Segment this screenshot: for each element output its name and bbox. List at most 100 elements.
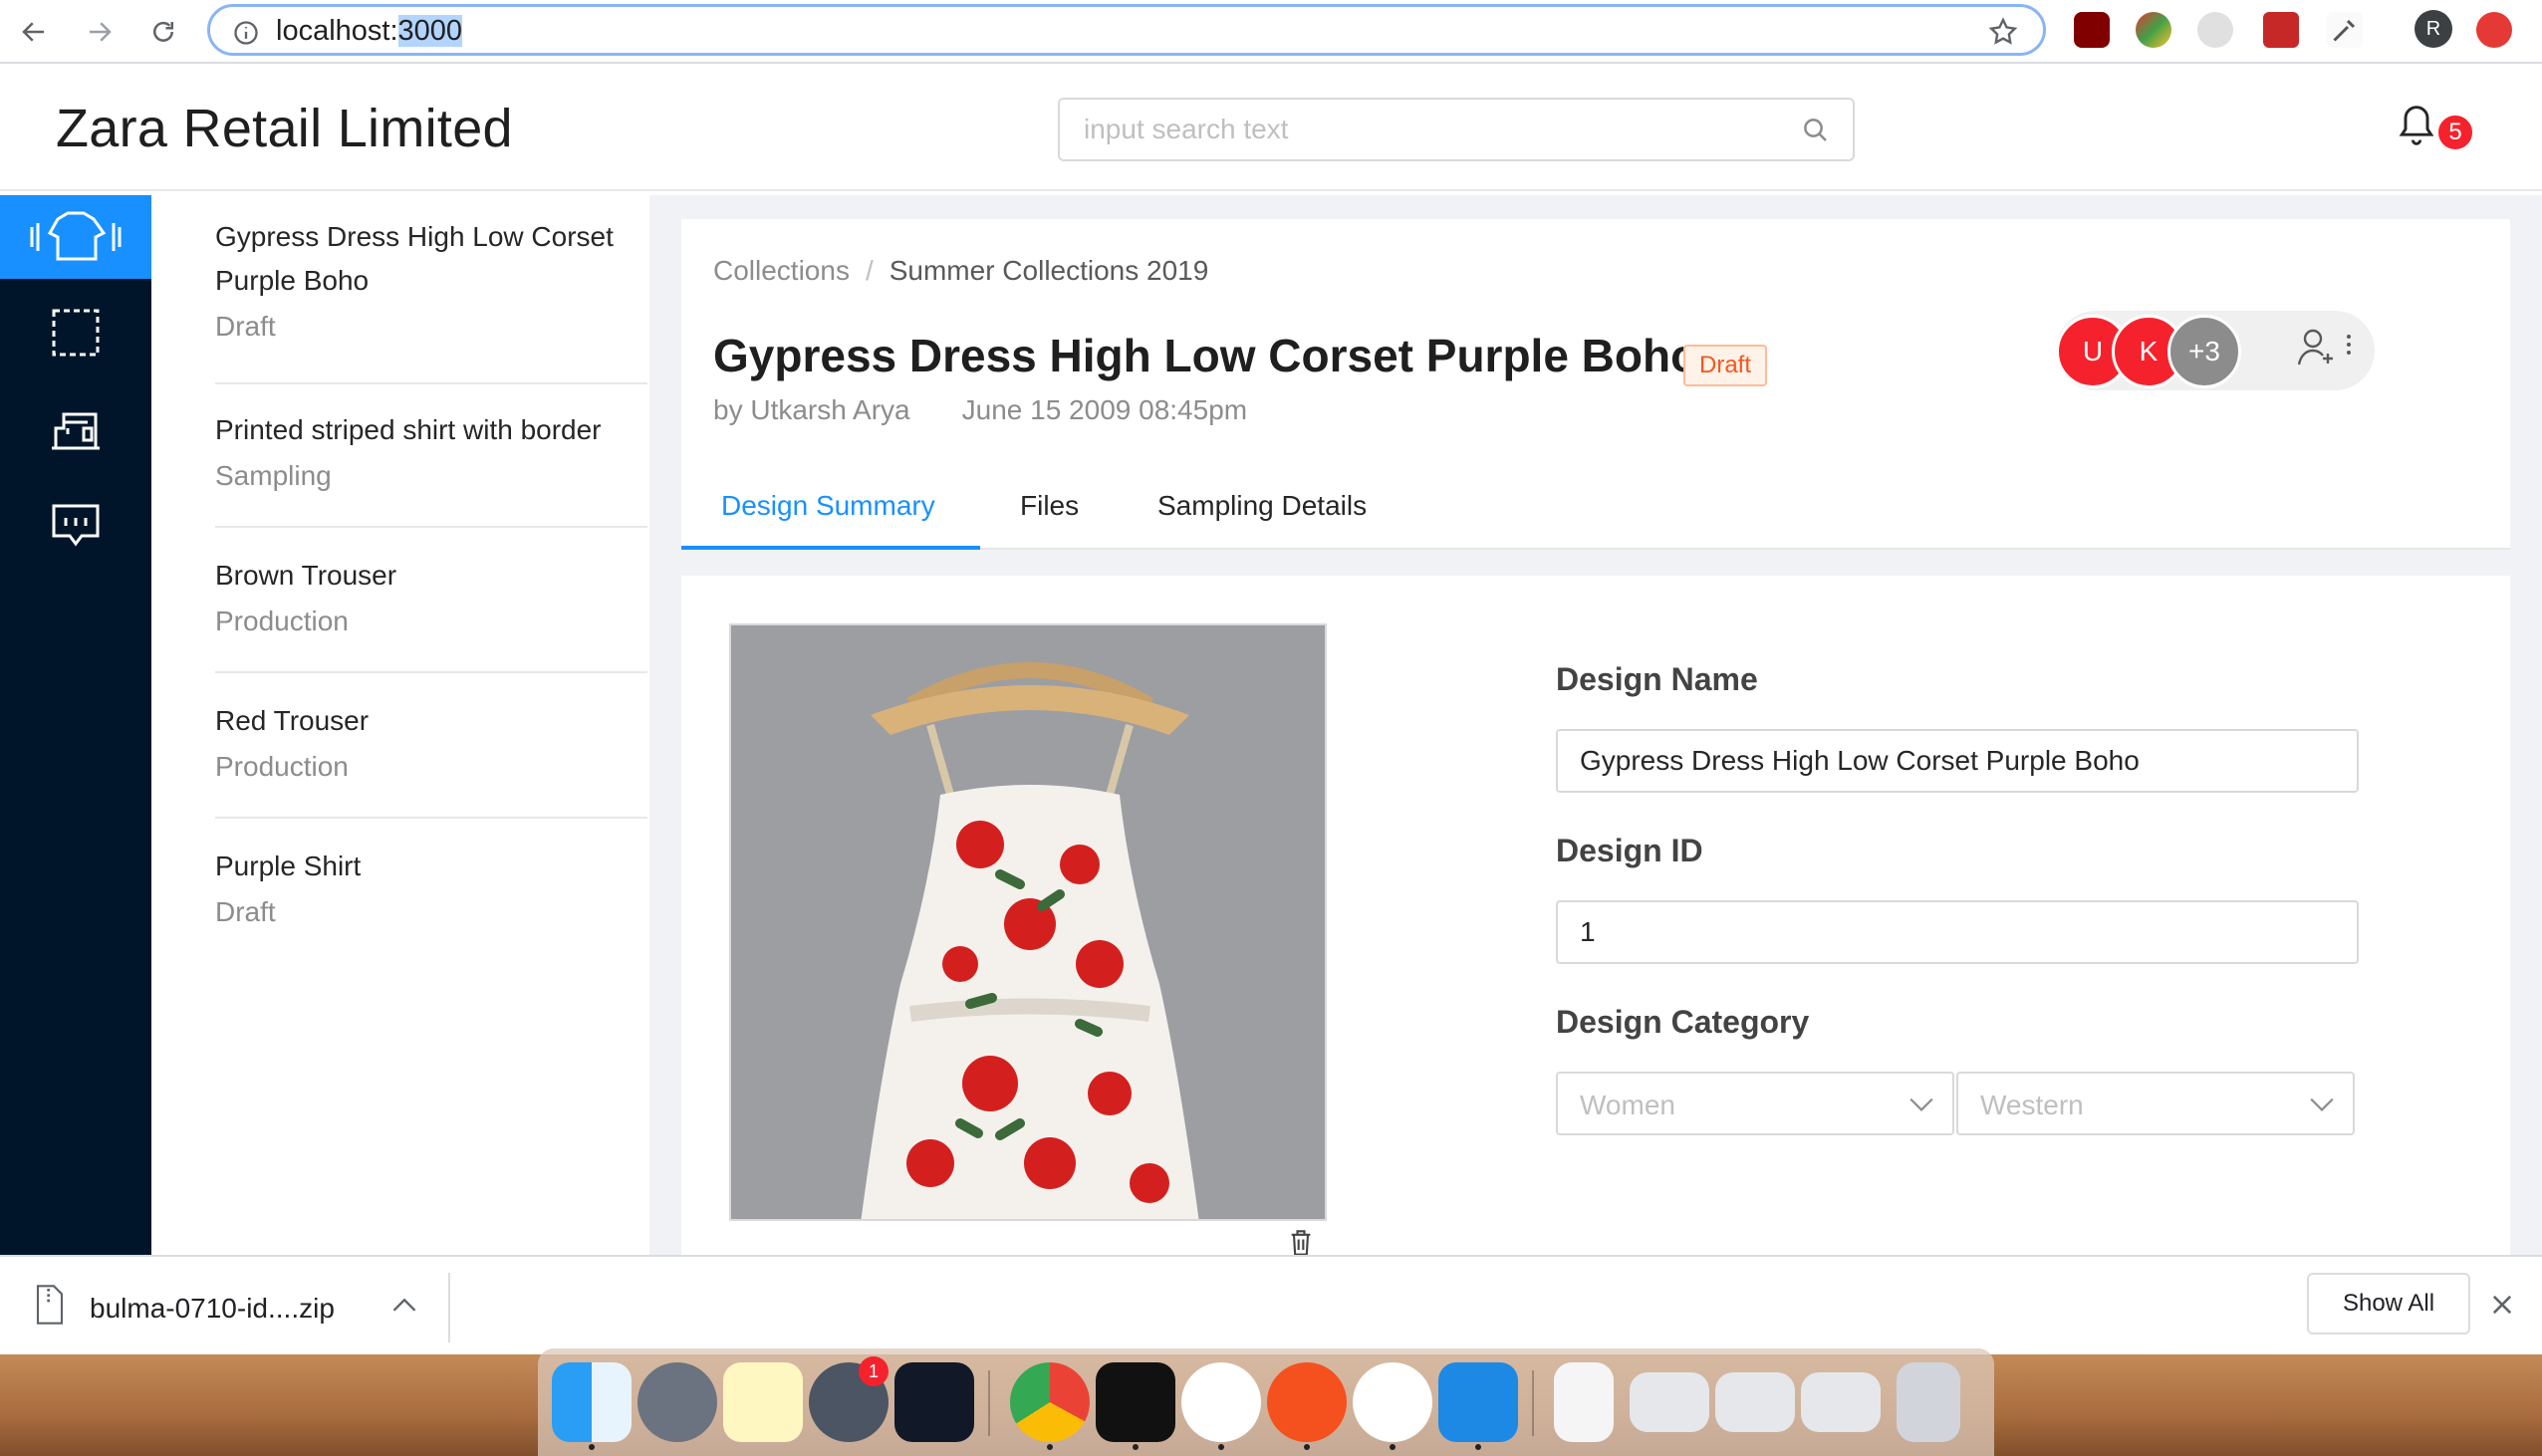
page-title: Gypress Dress High Low Corset Purple Boh… xyxy=(713,330,1699,381)
design-detail-header: Collections / Summer Collections 2019 Gypr… xyxy=(681,219,2510,550)
camera-extension-icon[interactable] xyxy=(2197,12,2233,48)
running-indicator xyxy=(1304,1444,1310,1450)
launchpad-icon[interactable] xyxy=(637,1362,717,1442)
divider xyxy=(448,1273,450,1342)
chevron-down-icon xyxy=(1909,1097,1933,1111)
paw-icon[interactable] xyxy=(1267,1362,1347,1442)
sidebar-item-messages[interactable] xyxy=(0,482,151,566)
tab-bar: Design Summary Files Sampling Details xyxy=(681,468,2510,550)
screenshot-3-icon[interactable] xyxy=(1801,1372,1881,1432)
download-file-name[interactable]: bulma-0710-id....zip xyxy=(90,1293,335,1325)
list-item-status: Production xyxy=(215,751,349,782)
bell-icon[interactable] xyxy=(2395,102,2438,149)
tab-sampling-details[interactable]: Sampling Details xyxy=(1157,490,1367,522)
design-id-field[interactable]: 1 xyxy=(1556,900,2359,964)
url-port-selected: 3000 xyxy=(397,15,463,47)
breadcrumb-collections[interactable]: Collections xyxy=(713,255,850,286)
list-item-title: Brown Trouser xyxy=(215,560,397,591)
chevron-up-icon[interactable] xyxy=(390,1293,418,1317)
add-user-icon[interactable] xyxy=(2295,327,2355,370)
bookmark-star-icon[interactable] xyxy=(1987,16,2019,48)
pycharm-icon[interactable] xyxy=(894,1362,974,1442)
red-extension-icon[interactable] xyxy=(2263,12,2299,48)
breadcrumb-separator: / xyxy=(865,255,874,286)
slack-icon[interactable] xyxy=(1181,1362,1261,1442)
list-item-status: Sampling xyxy=(215,460,332,491)
reload-button[interactable] xyxy=(139,8,187,56)
icon-sidebar xyxy=(0,195,151,1255)
colorful-extension-icon[interactable] xyxy=(2136,12,2171,48)
screenshot-1-icon[interactable] xyxy=(1630,1372,1709,1432)
trash-icon[interactable] xyxy=(1897,1362,1960,1442)
apparel-icon xyxy=(30,211,122,261)
design-name-label: Design Name xyxy=(1556,661,1758,697)
forward-button[interactable] xyxy=(76,8,124,56)
running-indicator xyxy=(1218,1444,1224,1450)
more-avatars[interactable]: +3 xyxy=(2167,315,2241,388)
chrome-icon[interactable] xyxy=(1010,1362,1090,1442)
subcategory-select-value: Western xyxy=(1980,1090,2084,1120)
breadcrumb-current: Summer Collections 2019 xyxy=(889,255,1209,286)
sidebar-item-sewing[interactable] xyxy=(0,386,151,470)
dock-badge: 1 xyxy=(859,1356,889,1386)
search-icon[interactable] xyxy=(1801,116,1831,145)
tab-files[interactable]: Files xyxy=(1020,490,1079,522)
dock-separator xyxy=(988,1370,990,1436)
show-all-button[interactable]: Show All xyxy=(2307,1273,2470,1335)
ublock-extension-icon[interactable] xyxy=(2074,12,2110,48)
category-select[interactable]: Women xyxy=(1556,1072,1954,1135)
sewing-machine-icon xyxy=(52,412,100,450)
design-summary-panel: Design Name Gypress Dress High Low Corse… xyxy=(681,576,2510,1256)
list-item[interactable]: Gypress Dress High Low Corset Purple Boh… xyxy=(215,215,647,384)
finder-icon[interactable] xyxy=(552,1362,632,1442)
design-list: Gypress Dress High Low Corset Purple Boh… xyxy=(151,195,649,1255)
bear-icon[interactable] xyxy=(1353,1362,1432,1442)
design-name-field[interactable]: Gypress Dress High Low Corset Purple Boh… xyxy=(1556,729,2359,793)
back-arrow-icon xyxy=(22,22,44,42)
list-item-title: Red Trouser xyxy=(215,705,370,736)
list-item[interactable]: Red Trouser Production xyxy=(215,699,647,819)
brand-name: Zara Retail Limited xyxy=(56,99,513,158)
update-icon[interactable] xyxy=(2476,12,2512,48)
notification-badge: 5 xyxy=(2436,114,2474,151)
terminal-icon[interactable] xyxy=(1096,1362,1175,1442)
address-bar[interactable]: localhost:3000 xyxy=(207,4,2046,56)
tab-design-summary[interactable]: Design Summary xyxy=(721,490,935,522)
breadcrumb: Collections / Summer Collections 2019 xyxy=(713,255,1208,287)
timestamp: June 15 2009 08:45pm xyxy=(961,394,1248,425)
list-item[interactable]: Purple Shirt Draft xyxy=(215,845,647,964)
app-header: Zara Retail Limited 5 xyxy=(0,66,2542,191)
screenshot-2-icon[interactable] xyxy=(1715,1372,1795,1432)
profile-avatar[interactable]: R xyxy=(2415,10,2452,48)
list-item[interactable]: Brown Trouser Production xyxy=(215,554,647,673)
download-shelf: bulma-0710-id....zip Show All xyxy=(0,1255,2542,1354)
design-photo xyxy=(729,623,1327,1221)
back-button[interactable] xyxy=(10,8,58,56)
message-icon xyxy=(52,504,100,547)
category-select-value: Women xyxy=(1580,1090,1675,1120)
running-indicator xyxy=(1133,1444,1139,1450)
site-info-icon[interactable] xyxy=(232,19,260,47)
design-category-label: Design Category xyxy=(1556,1004,1810,1040)
list-item[interactable]: Printed striped shirt with border Sampli… xyxy=(215,408,647,528)
list-item-title: Printed striped shirt with border xyxy=(215,414,602,445)
dock: 1 xyxy=(538,1348,1994,1456)
search-input[interactable] xyxy=(1084,114,1781,145)
fabric-icon xyxy=(52,309,100,357)
notes-icon[interactable] xyxy=(723,1362,803,1442)
sidebar-item-fabric[interactable] xyxy=(0,291,151,374)
byline: by Utkarsh Arya June 15 2009 08:45pm xyxy=(713,394,1247,426)
vscode-icon[interactable] xyxy=(1438,1362,1518,1442)
zip-file-icon xyxy=(36,1285,64,1325)
browser-toolbar: localhost:3000 R xyxy=(0,0,2542,64)
running-indicator xyxy=(1047,1444,1053,1450)
reload-icon xyxy=(153,21,173,42)
eyedropper-extension-icon[interactable] xyxy=(2327,12,2363,48)
url-text[interactable]: localhost:3000 xyxy=(276,15,463,48)
close-icon[interactable] xyxy=(2488,1291,2516,1319)
sidebar-item-apparel[interactable] xyxy=(0,195,151,279)
archive-icon[interactable] xyxy=(1554,1362,1614,1442)
subcategory-select[interactable]: Western xyxy=(1956,1072,2355,1135)
dock-separator xyxy=(1532,1370,1534,1436)
search-box[interactable] xyxy=(1058,98,1855,161)
